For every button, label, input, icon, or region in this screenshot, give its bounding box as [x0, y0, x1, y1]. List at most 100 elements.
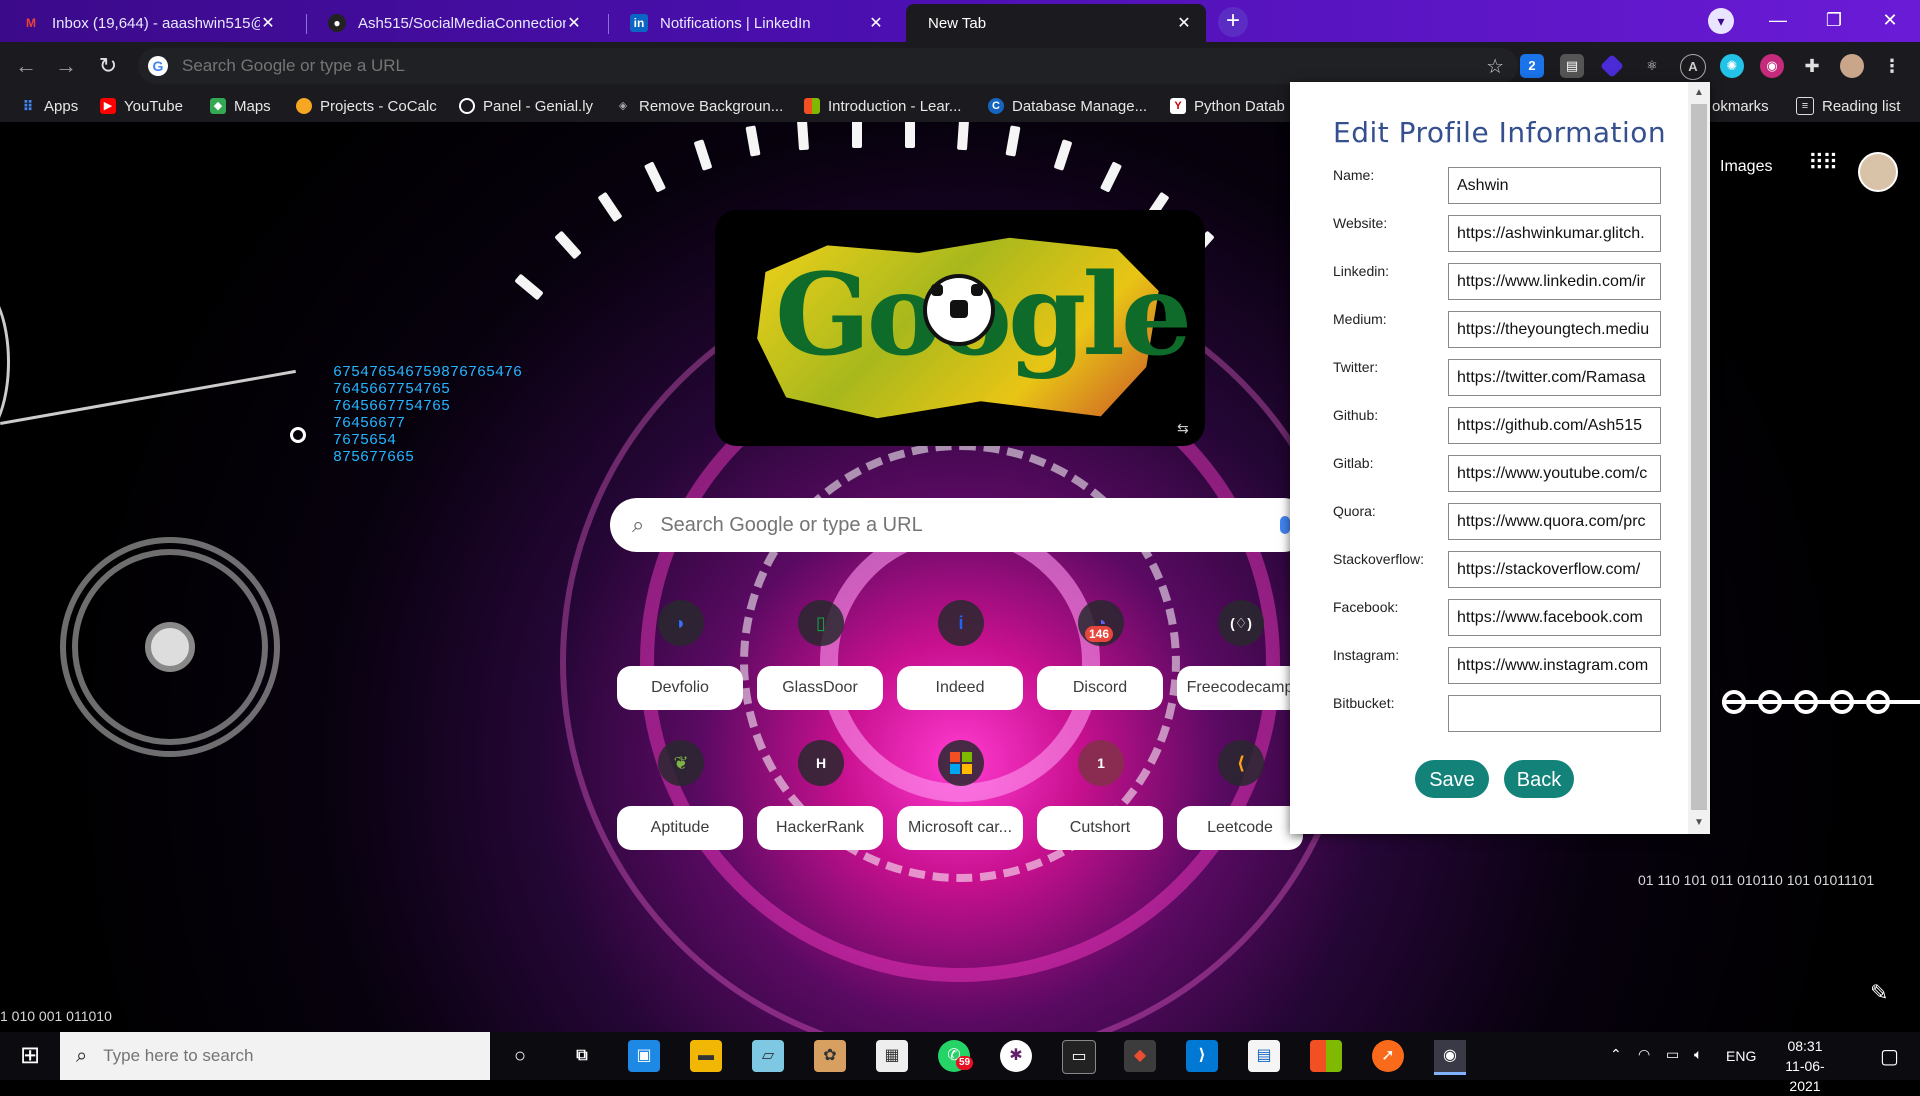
reading-list[interactable]: ≡ Reading list: [1796, 96, 1900, 116]
shortcut-hackerrank[interactable]: H HackerRank: [755, 740, 885, 890]
back-arrow-icon[interactable]: ←: [12, 52, 40, 80]
bookmark-apps[interactable]: ⠿ Apps: [20, 96, 79, 116]
shortcut-freecodecamp[interactable]: (♢) Freecodecamp: [1175, 600, 1305, 750]
microphone-icon[interactable]: [1280, 516, 1290, 534]
windows-start-icon[interactable]: ⊞: [0, 1032, 60, 1080]
search-input[interactable]: [658, 512, 1280, 538]
github-field[interactable]: [1448, 407, 1661, 444]
bookmark-cocalc[interactable]: Projects - CoCalc: [296, 96, 437, 116]
office-icon[interactable]: [1310, 1040, 1342, 1072]
clock[interactable]: 08:31 11-06-2021: [1770, 1036, 1840, 1096]
menu-kebab-icon[interactable]: ⋮: [1880, 54, 1904, 78]
shortcut-discord[interactable]: ◔ 146 Discord: [1035, 600, 1165, 750]
calculator-icon[interactable]: ▦: [876, 1040, 908, 1072]
extension-a-icon[interactable]: A: [1680, 54, 1706, 80]
battery-icon[interactable]: ▭: [1666, 1046, 1679, 1063]
restore-icon[interactable]: ❐: [1806, 0, 1862, 40]
shortcut-cutshort[interactable]: 1 Cutshort: [1035, 740, 1165, 890]
close-icon[interactable]: ✕: [260, 13, 276, 33]
git-icon[interactable]: ◆: [1124, 1040, 1156, 1072]
show-hidden-icons-icon[interactable]: ⌃: [1610, 1046, 1622, 1063]
instagram-field[interactable]: [1448, 647, 1661, 684]
extension-chrome-icon[interactable]: ◉: [1760, 54, 1784, 78]
google-search-box[interactable]: ⌕: [610, 498, 1310, 552]
address-bar[interactable]: G ☆: [138, 48, 1518, 84]
shortcut-devfolio[interactable]: ◗ Devfolio: [615, 600, 745, 750]
minimize-icon[interactable]: —: [1750, 0, 1806, 40]
website-field[interactable]: [1448, 215, 1661, 252]
shortcut-glassdoor[interactable]: ▯ GlassDoor: [755, 600, 885, 750]
bookmark-ms-learn[interactable]: Introduction - Lear...: [804, 96, 961, 116]
popup-scrollbar[interactable]: ▲ ▼: [1688, 82, 1710, 834]
language-indicator[interactable]: ENG: [1726, 1048, 1756, 1064]
close-icon[interactable]: ✕: [566, 13, 582, 33]
medium-field[interactable]: [1448, 311, 1661, 348]
linkedin-field[interactable]: [1448, 263, 1661, 300]
new-tab-button[interactable]: +: [1218, 7, 1248, 37]
bookmark-removebg[interactable]: ◈ Remove Backgroun...: [615, 96, 783, 116]
extension-react-icon[interactable]: ⚛: [1640, 54, 1664, 78]
extension-printer-icon[interactable]: ▤: [1560, 54, 1584, 78]
volume-icon[interactable]: 🔈︎: [1694, 1046, 1702, 1063]
scroll-down-icon[interactable]: ▼: [1688, 814, 1710, 832]
quora-field[interactable]: [1448, 503, 1661, 540]
store-icon[interactable]: ▣: [628, 1040, 660, 1072]
window-close-icon[interactable]: ✕: [1862, 0, 1918, 40]
images-link[interactable]: Images: [1720, 158, 1772, 176]
shortcut-indeed[interactable]: i Indeed: [895, 600, 1025, 750]
bookmark-python[interactable]: Y Python Datab: [1170, 96, 1285, 116]
customize-pencil-icon[interactable]: ✎: [1870, 980, 1888, 1006]
notepad-icon[interactable]: ▱: [752, 1040, 784, 1072]
vscode-icon[interactable]: ⟩: [1186, 1040, 1218, 1072]
twitter-field[interactable]: [1448, 359, 1661, 396]
name-field[interactable]: [1448, 167, 1661, 204]
bookmark-maps[interactable]: ◆ Maps: [210, 96, 271, 116]
bitbucket-field[interactable]: [1448, 695, 1661, 732]
extension-diamond-icon[interactable]: [1600, 54, 1624, 78]
shortcut-leetcode[interactable]: ⟨ Leetcode: [1175, 740, 1305, 890]
scrollbar-thumb[interactable]: [1691, 104, 1707, 810]
account-avatar[interactable]: [1858, 152, 1898, 192]
bookmark-youtube[interactable]: ▶ YouTube: [100, 96, 183, 116]
file-explorer-icon[interactable]: ▬: [690, 1040, 722, 1072]
facebook-field[interactable]: [1448, 599, 1661, 636]
tab-new-tab[interactable]: New Tab ✕: [906, 4, 1206, 42]
bookmark-genially[interactable]: Panel - Genial.ly: [459, 96, 593, 116]
pdf-reader-icon[interactable]: ▤: [1248, 1040, 1280, 1072]
tab-linkedin[interactable]: in Notifications | LinkedIn ✕: [608, 4, 898, 42]
scroll-up-icon[interactable]: ▲: [1688, 84, 1710, 102]
save-button[interactable]: Save: [1415, 760, 1489, 798]
bookmark-star-icon[interactable]: ☆: [1486, 54, 1504, 79]
google-doodle[interactable]: Google ⇆: [715, 210, 1205, 446]
forward-arrow-icon[interactable]: →: [52, 52, 80, 80]
tab-gmail[interactable]: M Inbox (19,644) - aaashwin515@g ✕: [0, 4, 290, 42]
omnibox-input[interactable]: [180, 55, 1487, 77]
google-apps-icon[interactable]: ⠿⠿: [1808, 152, 1838, 174]
extension-gear-icon[interactable]: ✺: [1720, 54, 1744, 78]
paint-icon[interactable]: ✿: [814, 1040, 846, 1072]
terminal-icon[interactable]: ▭: [1062, 1040, 1096, 1074]
taskbar-search-input[interactable]: [101, 1045, 490, 1067]
shortcut-microsoft[interactable]: Microsoft car...: [895, 740, 1025, 890]
taskbar-search[interactable]: ⌕: [60, 1032, 490, 1080]
cortana-icon[interactable]: ○: [504, 1040, 536, 1072]
share-icon[interactable]: ⇆: [1177, 420, 1193, 436]
back-button[interactable]: Back: [1504, 760, 1574, 798]
shortcut-aptitude[interactable]: ❦ Aptitude: [615, 740, 745, 890]
other-bookmarks[interactable]: okmarks: [1712, 96, 1769, 116]
network-icon[interactable]: ◠: [1638, 1046, 1650, 1063]
close-icon[interactable]: ✕: [1176, 13, 1192, 33]
slack-icon[interactable]: ✱: [1000, 1040, 1032, 1072]
profile-avatar[interactable]: [1840, 54, 1864, 78]
extensions-puzzle-icon[interactable]: ✚: [1800, 54, 1824, 78]
gitlab-field[interactable]: [1448, 455, 1661, 492]
extension-badge-icon[interactable]: 2: [1520, 54, 1544, 78]
postman-icon[interactable]: ➚: [1372, 1040, 1404, 1072]
notification-center-icon[interactable]: ▢: [1880, 1044, 1899, 1069]
reload-icon[interactable]: ↻: [94, 52, 122, 80]
tab-search-icon[interactable]: ▾: [1708, 8, 1734, 34]
task-view-icon[interactable]: ⧉: [566, 1040, 598, 1072]
chrome-icon[interactable]: ◉: [1434, 1040, 1466, 1075]
whatsapp-icon[interactable]: ✆ 59: [938, 1040, 974, 1072]
bookmark-database[interactable]: C Database Manage...: [988, 96, 1147, 116]
